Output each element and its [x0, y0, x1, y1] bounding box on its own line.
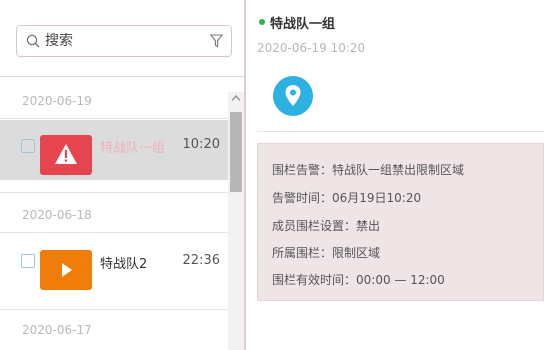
detail-line-valid-time: 围栏有效时间：00:00 — 12:00 — [272, 273, 445, 287]
list-item[interactable]: 特战队一组 10:20 — [0, 120, 228, 180]
item-checkbox[interactable] — [21, 254, 35, 268]
item-name: 特战队一组 — [100, 141, 166, 156]
detail-line-alarm: 围栏告警：特战队一组禁出限制区域 — [272, 163, 465, 177]
date-separator: 2020-06-18 — [22, 208, 92, 222]
video-thumbnail — [40, 250, 92, 290]
detail-title: 特战队一组 — [270, 17, 336, 32]
search-input[interactable] — [45, 30, 205, 52]
divider — [0, 76, 244, 77]
divider — [0, 309, 228, 310]
search-box — [16, 25, 232, 57]
date-separator: 2020-06-17 — [22, 323, 92, 337]
status-dot — [259, 19, 265, 25]
item-name: 特战队2 — [100, 257, 148, 272]
video-play-icon — [62, 263, 72, 277]
search-icon — [26, 34, 40, 48]
alarm-detail-panel: 特战队一组 2020-06-19 10:20 围栏告警：特战队一组禁出限制区域 … — [248, 0, 555, 350]
alarm-thumbnail — [40, 135, 92, 175]
scrollbar-thumb[interactable] — [230, 112, 242, 192]
detail-line-setting: 成员围栏设置：禁出 — [272, 219, 381, 233]
date-separator: 2020-06-19 — [22, 94, 92, 108]
item-time: 10:20 — [182, 137, 220, 152]
alarm-list-panel: 2020-06-19 特战队一组 10:20 2020-06-18 特战队2 2… — [0, 0, 246, 350]
location-button[interactable] — [273, 76, 313, 116]
chevron-up-icon[interactable] — [231, 94, 241, 102]
list-item[interactable]: 特战队2 22:36 — [0, 234, 228, 294]
divider — [257, 131, 545, 132]
detail-line-time: 告警时间：06月19日10:20 — [272, 191, 422, 205]
filter-icon[interactable] — [210, 34, 223, 48]
divider — [0, 232, 228, 233]
divider — [0, 192, 228, 193]
item-time: 22:36 — [182, 253, 220, 268]
divider — [0, 118, 228, 119]
scrollbar[interactable] — [228, 92, 244, 350]
item-checkbox[interactable] — [21, 139, 35, 153]
detail-line-fence: 所属围栏：限制区域 — [272, 246, 381, 260]
alert-icon — [55, 144, 77, 164]
alarm-detail-box: 围栏告警：特战队一组禁出限制区域 告警时间：06月19日10:20 成员围栏设置… — [257, 143, 544, 301]
map-pin-icon — [285, 85, 301, 106]
detail-time: 2020-06-19 10:20 — [257, 41, 366, 55]
